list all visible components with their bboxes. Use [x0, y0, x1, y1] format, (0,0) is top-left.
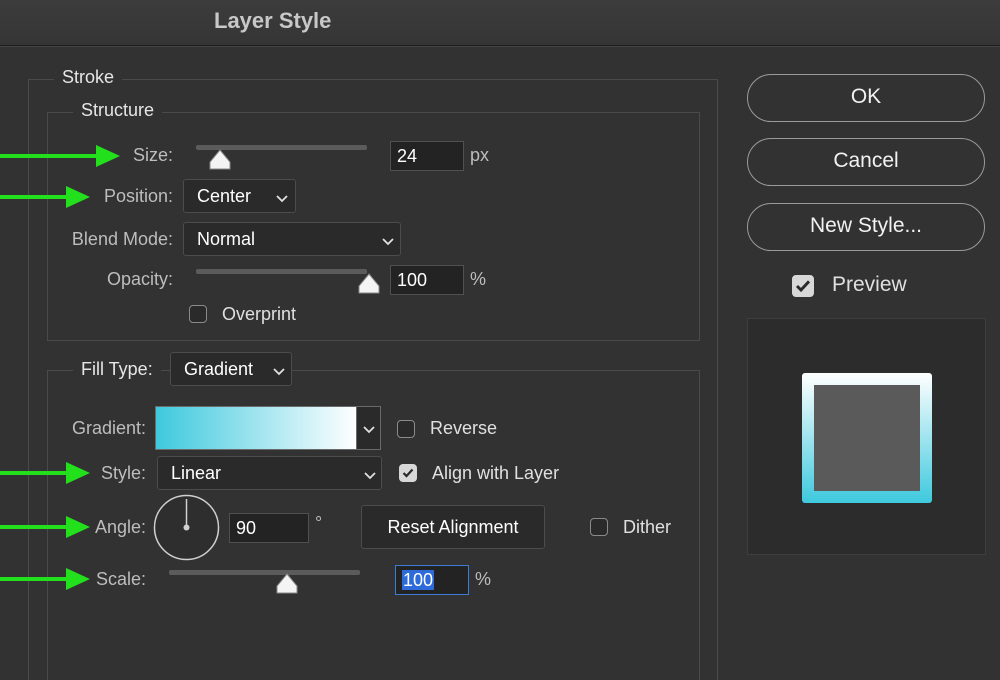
chevron-down-icon: [382, 238, 394, 246]
dither-label: Dither: [623, 517, 672, 537]
annotation-arrow-style: [0, 462, 90, 484]
preview-pane: [747, 318, 986, 555]
reverse-checkbox[interactable]: [397, 420, 415, 438]
scale-input[interactable]: 100: [395, 565, 469, 595]
gradient-swatch[interactable]: [155, 406, 357, 450]
fill-type-label: Fill Type:: [73, 359, 161, 380]
blend-mode-label: Blend Mode:: [71, 229, 173, 249]
annotation-arrow-angle: [0, 516, 90, 538]
size-unit: px: [470, 145, 490, 165]
gradient-label: Gradient:: [71, 418, 146, 438]
fill-type-select[interactable]: Gradient: [170, 352, 292, 386]
position-select[interactable]: Center: [183, 179, 296, 213]
chevron-down-icon: [273, 368, 285, 376]
chevron-down-icon: [364, 472, 376, 480]
scale-slider-track[interactable]: [169, 570, 360, 575]
structure-legend: Structure: [73, 100, 163, 121]
angle-unit: °: [315, 513, 323, 533]
opacity-input[interactable]: 100: [390, 265, 464, 295]
gradient-dropdown-button[interactable]: [356, 406, 381, 450]
cancel-button[interactable]: Cancel: [747, 138, 985, 186]
reset-alignment-button[interactable]: Reset Alignment: [361, 505, 545, 549]
position-select-value: Center: [197, 186, 252, 206]
opacity-slider-track[interactable]: [196, 269, 367, 274]
overprint-checkbox[interactable]: [189, 305, 207, 323]
preview-label: Preview: [832, 273, 907, 296]
annotation-arrow-size: [0, 145, 120, 167]
checkmark-icon: [402, 468, 414, 478]
style-select-value: Linear: [171, 463, 222, 483]
ok-button[interactable]: OK: [747, 74, 985, 122]
scale-slider-thumb[interactable]: [275, 572, 299, 596]
blend-mode-select-value: Normal: [197, 229, 256, 249]
chevron-down-icon: [363, 426, 375, 434]
preview-layer-fill: [814, 385, 920, 491]
fill-type-select-value: Gradient: [184, 359, 254, 379]
dialog-title: Layer Style: [214, 8, 332, 33]
scale-unit: %: [475, 569, 492, 589]
reverse-label: Reverse: [430, 418, 498, 438]
preview-thumbnail: [802, 373, 932, 503]
blend-mode-select[interactable]: Normal: [183, 222, 401, 256]
scale-input-selected-text: 100: [402, 570, 435, 590]
size-slider-thumb[interactable]: [208, 148, 232, 172]
size-input[interactable]: 24: [390, 141, 464, 171]
title-bar: Layer Style: [0, 0, 1000, 46]
align-with-layer-checkbox[interactable]: [399, 464, 417, 482]
opacity-slider-thumb[interactable]: [357, 272, 381, 296]
checkmark-icon: [795, 280, 811, 293]
angle-dial-icon[interactable]: [152, 493, 221, 562]
opacity-label: Opacity:: [106, 269, 173, 289]
chevron-down-icon: [276, 195, 288, 203]
angle-input[interactable]: 90: [229, 513, 309, 543]
annotation-arrow-scale: [0, 568, 90, 590]
overprint-label: Overprint: [222, 304, 297, 324]
preview-checkbox[interactable]: [792, 275, 814, 297]
opacity-unit: %: [470, 269, 487, 289]
dither-checkbox[interactable]: [590, 518, 608, 536]
stroke-legend: Stroke: [54, 67, 123, 88]
style-select[interactable]: Linear: [157, 456, 382, 490]
new-style-button[interactable]: New Style...: [747, 203, 985, 251]
annotation-arrow-position: [0, 186, 90, 208]
align-with-layer-label: Align with Layer: [432, 463, 560, 483]
